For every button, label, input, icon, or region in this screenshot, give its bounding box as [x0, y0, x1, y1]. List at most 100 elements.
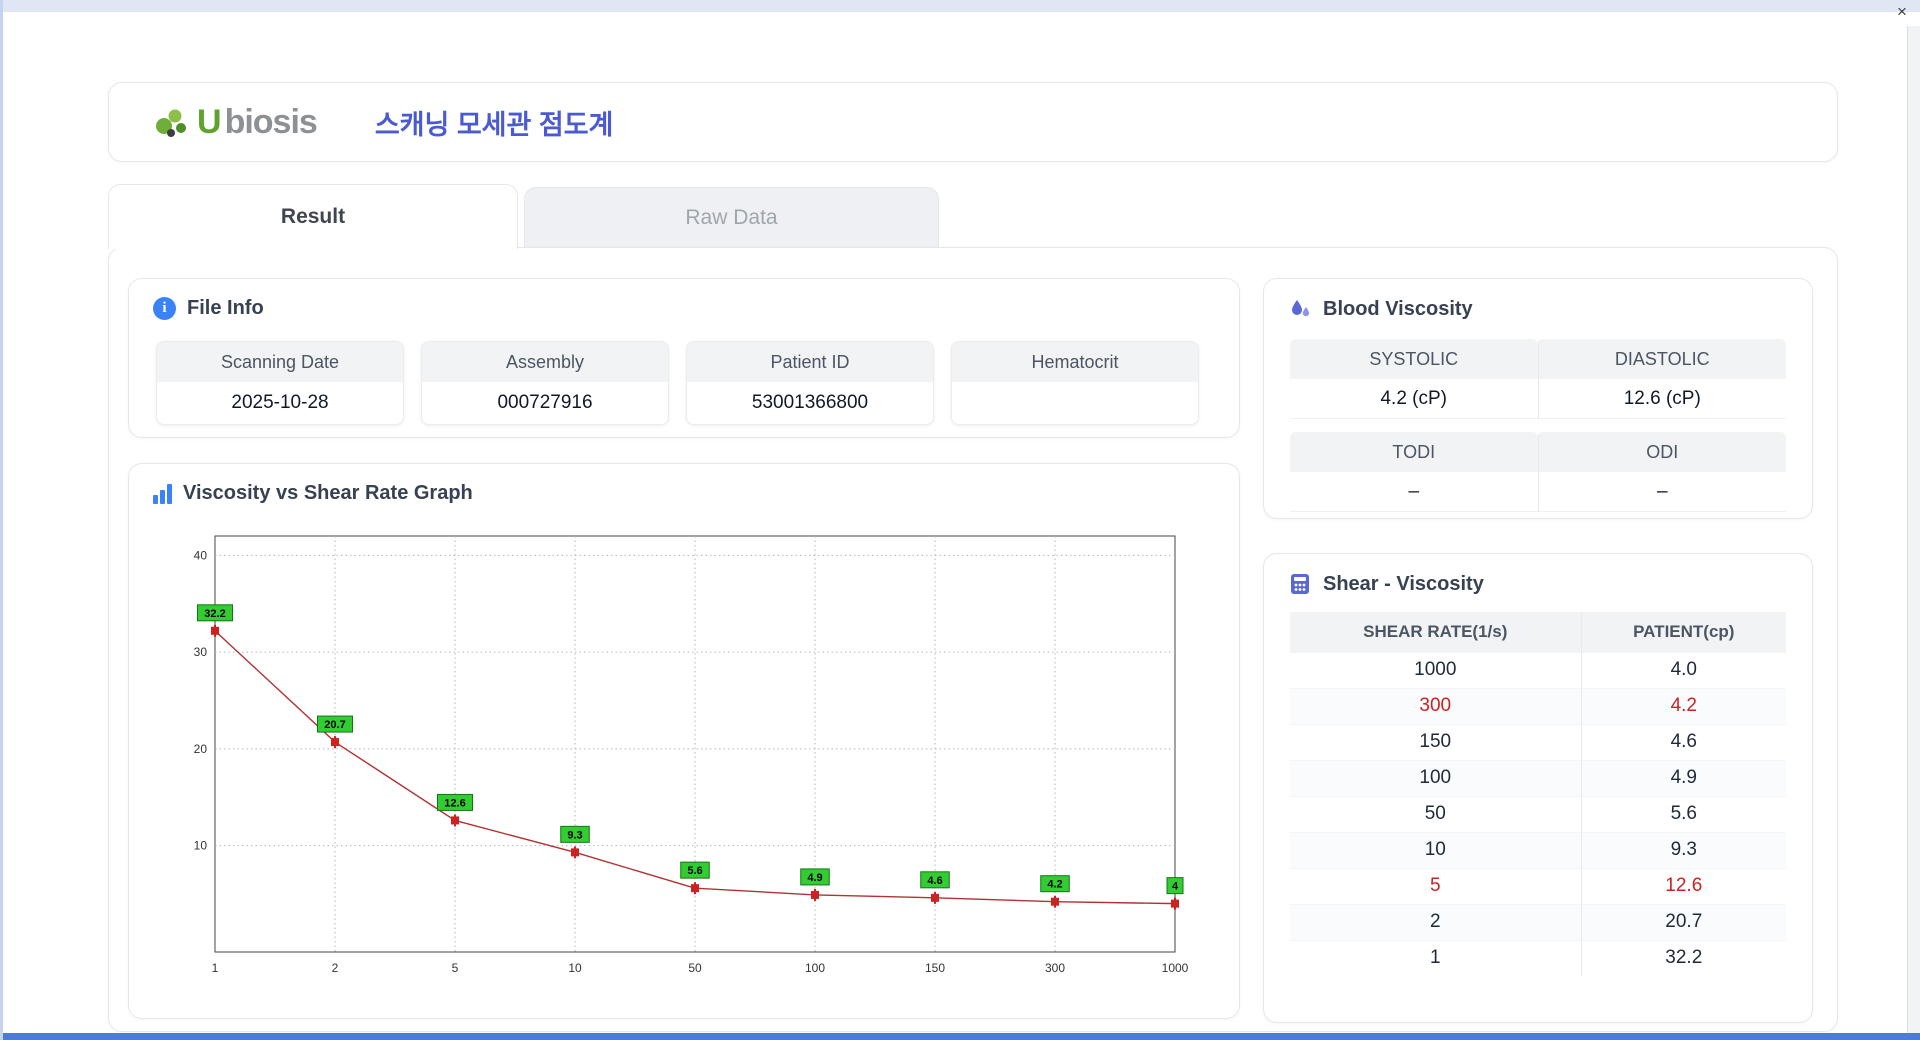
diastolic-value: 12.6 (cP) — [1537, 379, 1786, 419]
app-header: U biosis 스캐닝 모세관 점도계 — [108, 82, 1838, 162]
shear-table-row: 2 20.7 — [1290, 903, 1786, 940]
svg-text:5: 5 — [452, 961, 459, 975]
shear-table-row: 50 5.6 — [1290, 795, 1786, 832]
blood-viscosity-table: SYSTOLIC DIASTOLIC 4.2 (cP) 12.6 (cP) TO… — [1290, 339, 1786, 512]
shear-table-row: 300 4.2 — [1290, 687, 1786, 724]
field-label: Scanning Date — [157, 342, 403, 382]
field-value: 000727916 — [497, 392, 593, 413]
tab-raw-data[interactable]: Raw Data — [524, 187, 939, 247]
svg-text:9.3: 9.3 — [567, 829, 582, 841]
shear-rate-column-header: SHEAR RATE(1/s) — [1290, 612, 1582, 652]
patient-cp-cell: 4.9 — [1580, 759, 1786, 796]
shear-table-row: 10 9.3 — [1290, 831, 1786, 868]
svg-text:1000: 1000 — [1162, 961, 1189, 975]
systolic-value: 4.2 (cP) — [1290, 379, 1538, 419]
patient-cp-cell: 4.0 — [1580, 651, 1786, 688]
svg-text:20: 20 — [194, 742, 208, 756]
diastolic-header: DIASTOLIC — [1537, 339, 1786, 379]
viscosity-chart-svg: 1 2 5 10 50 100 150 300 1000 10 20 30 40 32.2 20.7 12.6… — [194, 535, 1189, 975]
shear-viscosity-rows: 1000 4.0 300 4.2 150 4.6 100 4.9 50 5.6 10 9.3 5 12.6… — [1290, 651, 1786, 976]
patient-cp-cell: 32.2 — [1580, 939, 1786, 976]
svg-text:20.7: 20.7 — [324, 719, 345, 731]
field-hematocrit: Hematocrit — [951, 341, 1199, 425]
patient-cp-cell: 20.7 — [1580, 903, 1786, 940]
shear-rate-cell: 10 — [1290, 831, 1582, 868]
logo-letter-u: U — [197, 102, 222, 141]
shear-rate-cell: 1000 — [1290, 651, 1582, 688]
bar-chart-icon — [153, 483, 172, 504]
svg-text:2: 2 — [332, 961, 339, 975]
shear-table-row: 1000 4.0 — [1290, 651, 1786, 688]
shear-rate-cell: 100 — [1290, 759, 1582, 796]
svg-text:4.6: 4.6 — [927, 875, 942, 887]
patient-cp-cell: 4.6 — [1580, 723, 1786, 760]
blood-viscosity-card: Blood Viscosity SYSTOLIC DIASTOLIC 4.2 (… — [1263, 278, 1813, 519]
field-scanning-date: Scanning Date 2025-10-28 — [156, 341, 404, 425]
shear-rate-cell: 150 — [1290, 723, 1582, 760]
window-close-button[interactable]: × — [1890, 1, 1914, 23]
shear-table-row: 100 4.9 — [1290, 759, 1786, 796]
field-patient-id: Patient ID 53001366800 — [686, 341, 934, 425]
todi-header: TODI — [1290, 432, 1538, 472]
shear-rate-cell: 5 — [1290, 867, 1582, 904]
svg-text:32.2: 32.2 — [204, 608, 225, 620]
svg-text:150: 150 — [925, 961, 945, 975]
svg-text:40: 40 — [194, 548, 208, 562]
file-info-title: File Info — [187, 297, 264, 319]
blood-viscosity-title: Blood Viscosity — [1323, 297, 1473, 320]
info-icon: i — [153, 297, 176, 320]
app-title-korean: 스캐닝 모세관 점도계 — [374, 109, 614, 140]
shear-rate-cell: 2 — [1290, 903, 1582, 940]
shear-table-row: 150 4.6 — [1290, 723, 1786, 760]
todi-value: – — [1290, 472, 1538, 512]
svg-text:50: 50 — [688, 961, 702, 975]
shear-viscosity-title: Shear - Viscosity — [1323, 572, 1484, 595]
logo-text: biosis — [224, 102, 318, 141]
ubiosis-leaf-icon — [156, 109, 186, 137]
svg-text:100: 100 — [805, 961, 825, 975]
shear-rate-cell: 300 — [1290, 687, 1582, 724]
svg-text:4: 4 — [1172, 881, 1179, 893]
field-value: 53001366800 — [751, 392, 869, 413]
patient-cp-cell: 4.2 — [1580, 687, 1786, 724]
field-value — [952, 382, 1198, 424]
viscosity-graph-card: Viscosity vs Shear Rate Graph 1 2 5 10 50 100… — [128, 463, 1240, 1019]
svg-text:30: 30 — [194, 645, 208, 659]
shear-table-row: 1 32.2 — [1290, 939, 1786, 976]
svg-text:300: 300 — [1045, 961, 1065, 975]
app-logo: U biosis — [151, 101, 318, 143]
field-assembly: Assembly 000727916 — [421, 341, 669, 425]
vertical-scrollbar[interactable] — [1907, 26, 1920, 1033]
field-label: Hematocrit — [952, 342, 1198, 382]
blood-drop-icon — [1292, 300, 1309, 317]
patient-cp-cell: 12.6 — [1580, 867, 1786, 904]
svg-text:12.6: 12.6 — [444, 797, 465, 809]
graph-title: Viscosity vs Shear Rate Graph — [183, 482, 473, 504]
field-value: 2025-10-28 — [231, 392, 329, 413]
odi-header: ODI — [1537, 432, 1786, 472]
viscosity-chart: 1 2 5 10 50 100 150 300 1000 10 20 30 40 32.2 20.7 12.6… — [165, 522, 1205, 1002]
patient-cp-cell: 5.6 — [1580, 795, 1786, 832]
patient-cp-cell: 9.3 — [1580, 831, 1786, 868]
field-label: Patient ID — [687, 342, 933, 382]
shear-rate-cell: 50 — [1290, 795, 1582, 832]
field-label: Assembly — [422, 342, 668, 382]
tab-result[interactable]: Result — [108, 184, 518, 249]
shear-viscosity-card: Shear - Viscosity SHEAR RATE(1/s) PATIEN… — [1263, 553, 1813, 1023]
shear-rate-cell: 1 — [1290, 939, 1582, 976]
window-title-bar — [3, 0, 1920, 12]
odi-value: – — [1537, 472, 1786, 512]
window-bottom-border — [3, 1033, 1920, 1040]
calculator-icon — [1291, 574, 1309, 594]
patient-column-header: PATIENT(cp) — [1580, 612, 1786, 652]
shear-viscosity-table: SHEAR RATE(1/s) PATIENT(cp) 1000 4.0 300 4.… — [1290, 612, 1786, 976]
svg-text:10: 10 — [568, 961, 582, 975]
svg-text:4.9: 4.9 — [807, 872, 822, 884]
systolic-header: SYSTOLIC — [1290, 339, 1538, 379]
shear-table-row: 5 12.6 — [1290, 867, 1786, 904]
file-info-card: i File Info Scanning Date 2025-10-28 Ass… — [128, 278, 1240, 438]
svg-text:1: 1 — [212, 961, 219, 975]
svg-text:4.2: 4.2 — [1047, 879, 1062, 891]
svg-text:5.6: 5.6 — [687, 865, 702, 877]
svg-text:10: 10 — [194, 839, 208, 853]
